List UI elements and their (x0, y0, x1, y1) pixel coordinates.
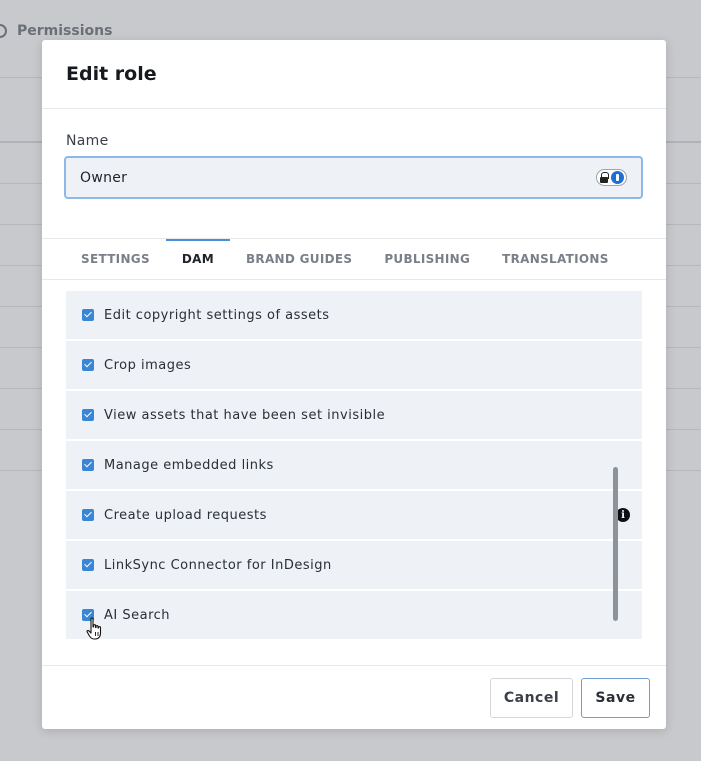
permission-row: Manage embedded links (66, 441, 642, 489)
permissions-icon (0, 24, 7, 38)
password-manager-logo-icon (611, 171, 624, 184)
permission-label: Crop images (104, 357, 192, 373)
permission-row: View assets that have been set invisible (66, 391, 642, 439)
tab-brand-guides[interactable]: BRAND GUIDES (230, 239, 368, 279)
scrollbar-thumb[interactable] (613, 467, 618, 621)
cancel-button[interactable]: Cancel (490, 678, 573, 718)
permission-checkbox[interactable] (82, 509, 94, 521)
permission-row: Edit copyright settings of assets (66, 291, 642, 339)
header-divider (42, 108, 666, 109)
permission-checkbox[interactable] (82, 459, 94, 471)
permission-label: AI Search (104, 607, 171, 623)
permission-checkbox[interactable] (82, 559, 94, 571)
breadcrumb-label: Permissions (17, 23, 113, 39)
tab-settings[interactable]: SETTINGS (66, 239, 166, 279)
hand-cursor-icon (86, 617, 102, 640)
permission-row: Crop images (66, 341, 642, 389)
tabs-bottom-divider (42, 279, 666, 280)
permission-label: Manage embedded links (104, 457, 274, 473)
footer-divider (42, 665, 666, 666)
save-button[interactable]: Save (581, 678, 650, 718)
password-manager-icon[interactable] (596, 169, 627, 186)
tab-publishing[interactable]: PUBLISHING (368, 239, 486, 279)
permission-row: Create upload requests i (66, 491, 642, 539)
permission-row: LinkSync Connector for InDesign (66, 541, 642, 589)
dialog-title: Edit role (66, 63, 157, 85)
edit-role-dialog: Edit role Name Owner SETTINGS DAM BRAND … (42, 40, 666, 729)
tab-dam[interactable]: DAM (165, 239, 231, 279)
permission-checkbox[interactable] (82, 359, 94, 371)
permission-row: AI Search (66, 591, 642, 639)
permission-label: Edit copyright settings of assets (104, 307, 330, 323)
permission-checkbox[interactable] (82, 409, 94, 421)
info-icon[interactable]: i (616, 508, 630, 522)
tab-translations[interactable]: TRANSLATIONS (486, 239, 625, 279)
permission-label: Create upload requests (104, 507, 267, 523)
name-value[interactable]: Owner (80, 170, 596, 186)
lock-icon (599, 172, 609, 183)
tab-bar: SETTINGS DAM BRAND GUIDES PUBLISHING TRA… (66, 239, 625, 279)
background-breadcrumb: Permissions (0, 23, 112, 39)
permission-label: LinkSync Connector for InDesign (104, 557, 332, 573)
name-input[interactable]: Owner (64, 156, 643, 199)
permission-checkbox[interactable] (82, 309, 94, 321)
permission-list: Edit copyright settings of assets Crop i… (66, 291, 642, 641)
name-label: Name (66, 133, 109, 149)
permission-label: View assets that have been set invisible (104, 407, 386, 423)
